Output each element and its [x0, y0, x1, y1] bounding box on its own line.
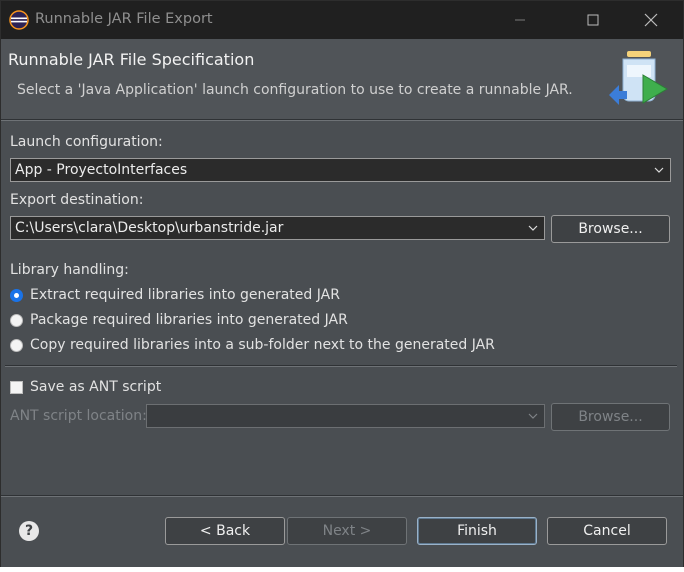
export-dialog: Runnable JAR File Export Runnable JAR Fi… [0, 0, 684, 568]
finish-button[interactable]: Finish [417, 517, 537, 545]
desktop-background [0, 567, 684, 572]
section-separator [5, 365, 677, 367]
radio-label: Extract required libraries into generate… [30, 287, 340, 303]
export-destination-combo[interactable]: C:\Users\clara\Desktop\urbanstride.jar [10, 216, 545, 240]
maximize-button[interactable] [570, 1, 616, 39]
browse-ant-location-button[interactable]: Browse... [551, 403, 670, 431]
launch-configuration-select[interactable]: App - ProyectoInterfaces [10, 158, 671, 182]
export-destination-value: C:\Users\clara\Desktop\urbanstride.jar [15, 220, 284, 236]
radio-selected-icon[interactable] [10, 288, 23, 302]
page-description: Select a 'Java Application' launch confi… [17, 82, 573, 98]
page-title: Runnable JAR File Specification [8, 50, 255, 69]
ant-script-location-combo[interactable] [146, 404, 545, 428]
launch-configuration-value: App - ProyectoInterfaces [15, 162, 188, 178]
radio-label: Package required libraries into generate… [30, 312, 348, 328]
export-destination-label: Export destination: [10, 192, 144, 208]
next-button[interactable]: Next > [287, 517, 407, 545]
radio-extract-libraries[interactable]: Extract required libraries into generate… [10, 285, 340, 305]
checkbox-icon[interactable] [10, 380, 23, 394]
launch-configuration-label: Launch configuration: [10, 134, 163, 150]
back-button[interactable]: < Back [165, 517, 285, 545]
eclipse-icon [9, 10, 29, 30]
library-handling-label: Library handling: [10, 262, 129, 278]
save-ant-script-checkbox[interactable]: Save as ANT script [10, 377, 161, 397]
radio-unselected-icon[interactable] [10, 313, 23, 327]
ant-script-location-label: ANT script location: [10, 408, 147, 424]
cancel-button[interactable]: Cancel [547, 517, 667, 545]
chevron-down-icon[interactable] [648, 159, 670, 181]
radio-package-libraries[interactable]: Package required libraries into generate… [10, 310, 348, 330]
header-separator [1, 119, 683, 121]
window-title: Runnable JAR File Export [35, 11, 213, 27]
help-icon[interactable]: ? [19, 521, 39, 541]
title-bar[interactable]: Runnable JAR File Export [1, 1, 683, 39]
wizard-header: Runnable JAR File Specification Select a… [1, 39, 683, 119]
radio-label: Copy required libraries into a sub-folde… [30, 337, 495, 353]
close-button[interactable] [628, 1, 674, 39]
browse-destination-button[interactable]: Browse... [551, 215, 670, 243]
save-ant-script-label: Save as ANT script [30, 379, 162, 395]
jar-export-wizard-icon [609, 51, 668, 105]
minimize-icon [515, 19, 525, 21]
radio-copy-libraries[interactable]: Copy required libraries into a sub-folde… [10, 335, 495, 355]
maximize-icon [587, 14, 599, 26]
footer-separator [1, 495, 683, 497]
radio-unselected-icon[interactable] [10, 338, 23, 352]
minimize-button[interactable] [497, 1, 543, 39]
close-icon [644, 13, 658, 27]
chevron-down-icon[interactable] [522, 405, 544, 427]
chevron-down-icon[interactable] [522, 217, 544, 239]
